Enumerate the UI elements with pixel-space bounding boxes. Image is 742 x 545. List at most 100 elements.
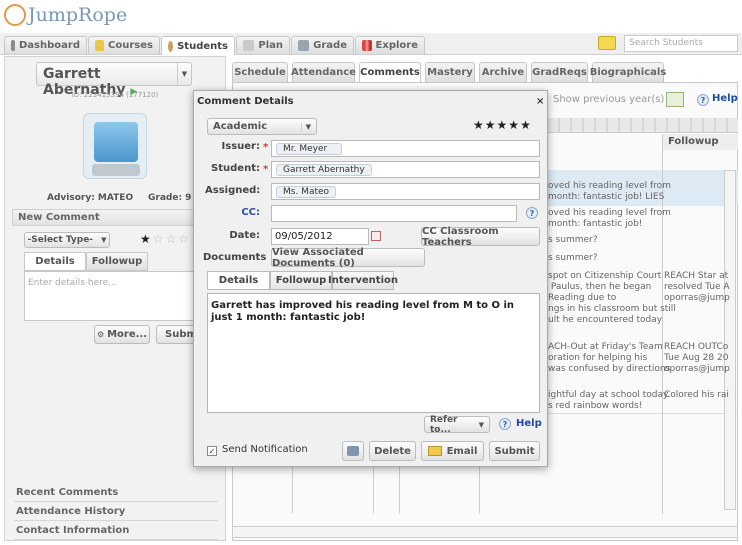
- tab-comments-label: Comments: [360, 67, 420, 78]
- student-field[interactable]: Garrett Abernathy: [271, 161, 540, 178]
- followup-snippet: REACH Star at resolved Tue A oporras@jum…: [664, 271, 730, 303]
- tab-courses-label: Courses: [108, 40, 153, 51]
- chevron-down-icon: ▼: [300, 122, 311, 131]
- star-icon[interactable]: ★: [497, 118, 508, 132]
- tab-dashboard-label: Dashboard: [19, 40, 80, 51]
- new-comment-details-input[interactable]: Enter details here...: [24, 271, 214, 321]
- followup-column-header[interactable]: Followup: [662, 134, 738, 150]
- tab-gradreqs-label: GradReqs: [532, 67, 587, 78]
- print-icon: [347, 446, 359, 456]
- tab-schedule[interactable]: Schedule: [232, 62, 288, 82]
- dialog-title: Comment Details: [197, 96, 294, 107]
- left-tab-details-label: Details: [35, 256, 75, 267]
- student-chip[interactable]: Garrett Abernathy: [276, 164, 372, 176]
- issuer-chip[interactable]: Mr. Meyer: [276, 143, 342, 155]
- assigned-chip[interactable]: Ms. Mateo: [276, 186, 337, 198]
- date-label: Date:: [229, 230, 260, 241]
- dialog-tab-followup[interactable]: Followup: [270, 271, 332, 290]
- tab-grade[interactable]: Grade: [291, 36, 354, 54]
- submit-button[interactable]: Submit: [489, 441, 540, 461]
- star-icon[interactable]: ★: [473, 118, 484, 132]
- left-tab-details[interactable]: Details: [24, 252, 86, 271]
- dialog-tab-intervention[interactable]: Intervention: [328, 271, 398, 290]
- tab-explore[interactable]: Explore: [355, 36, 425, 54]
- star-icon[interactable]: ☆: [153, 232, 164, 246]
- view-associated-documents-button[interactable]: View Associated Documents (0): [271, 247, 425, 269]
- send-notification-checkbox[interactable]: ✓: [207, 446, 217, 456]
- contact-information-link[interactable]: Contact Information: [14, 522, 218, 540]
- delete-button[interactable]: Delete: [369, 441, 416, 461]
- tab-explore-label: Explore: [375, 40, 418, 51]
- avatar-base: [92, 164, 140, 176]
- comment-details-textarea[interactable]: Garrett has improved his reading level f…: [207, 293, 540, 413]
- comment-snippet: oved his reading level from month: fanta…: [548, 208, 671, 229]
- tab-archive[interactable]: Archive: [479, 62, 527, 82]
- tab-mastery[interactable]: Mastery: [425, 62, 475, 82]
- tab-attendance[interactable]: Attendance: [291, 62, 356, 82]
- tab-courses[interactable]: Courses: [88, 36, 160, 54]
- star-icon[interactable]: ★: [485, 118, 496, 132]
- email-label: Email: [446, 445, 478, 457]
- refer-to-dropdown[interactable]: Refer to... ▼: [424, 415, 490, 435]
- tab-dashboard[interactable]: Dashboard: [4, 36, 87, 54]
- more-button[interactable]: ⚙ More...: [94, 325, 150, 344]
- cc-field[interactable]: [271, 205, 517, 222]
- vertical-scrollbar[interactable]: [724, 170, 736, 510]
- help-icon[interactable]: ?: [526, 207, 538, 219]
- select-type-dropdown[interactable]: -Select Type- ▼: [24, 232, 110, 248]
- followup-snippet: REACH OUTCo Tue Aug 28 20 oporras@jump: [664, 342, 730, 374]
- star-icon[interactable]: ☆: [166, 232, 177, 246]
- pencil-icon: [95, 40, 105, 51]
- cc-classroom-teachers-button[interactable]: CC Classroom Teachers: [421, 226, 540, 248]
- student-id: ID: 223419394 (177120): [71, 91, 159, 99]
- avatar-head: [94, 122, 138, 162]
- show-previous-years[interactable]: Show previous year(s): [553, 94, 664, 105]
- dialog-star-rating[interactable]: ★ ★ ★ ★ ★: [473, 118, 531, 132]
- sticky-note-icon[interactable]: [598, 36, 616, 50]
- tab-comments[interactable]: Comments: [359, 62, 421, 82]
- cc-label[interactable]: CC:: [208, 207, 260, 218]
- help-icon[interactable]: ?: [499, 418, 511, 430]
- star-icon[interactable]: ★: [508, 118, 519, 132]
- tab-schedule-label: Schedule: [234, 67, 286, 78]
- calendar-icon[interactable]: [371, 231, 381, 241]
- recent-comments-link[interactable]: Recent Comments: [14, 484, 218, 502]
- tab-students-label: Students: [177, 40, 228, 52]
- new-comment-header: New Comment: [12, 209, 218, 226]
- search-students-input[interactable]: Search Students: [624, 35, 738, 52]
- star-icon[interactable]: ★: [520, 118, 531, 132]
- export-icon[interactable]: [666, 92, 684, 107]
- attendance-history-link[interactable]: Attendance History: [14, 503, 218, 521]
- delete-label: Delete: [374, 445, 411, 457]
- chevron-down-icon: ▼: [478, 420, 484, 429]
- help-link-top[interactable]: Help: [712, 93, 738, 104]
- help-icon[interactable]: ?: [697, 94, 709, 106]
- grid-toolbar[interactable]: [548, 118, 738, 133]
- advisory-text: Advisory: MATEO: [47, 193, 134, 203]
- left-star-rating[interactable]: ★ ☆ ☆ ☆: [140, 232, 189, 246]
- grade-text: Grade: 9: [148, 193, 192, 203]
- tab-gradreqs[interactable]: GradReqs: [531, 62, 588, 82]
- chevron-down-icon[interactable]: ▼: [177, 63, 191, 85]
- left-tab-followup[interactable]: Followup: [86, 252, 148, 271]
- email-button[interactable]: Email: [421, 441, 484, 461]
- jumprope-logo[interactable]: JumpRope: [4, 4, 127, 26]
- assigned-field[interactable]: Ms. Mateo: [271, 183, 540, 200]
- date-input[interactable]: 09/05/2012: [271, 228, 369, 245]
- tab-students[interactable]: Students: [161, 36, 235, 55]
- required-marker: *: [263, 164, 269, 175]
- tab-biographicals[interactable]: Biographicals: [590, 62, 666, 82]
- horizontal-scrollbar[interactable]: [232, 526, 738, 538]
- comment-snippet: s summer?: [548, 253, 598, 263]
- student-selector[interactable]: Garrett Abernathy ▶ ▼: [36, 62, 192, 98]
- help-link[interactable]: Help: [516, 418, 542, 429]
- star-icon[interactable]: ★: [140, 232, 151, 246]
- issuer-field[interactable]: Mr. Meyer: [271, 140, 540, 157]
- star-icon[interactable]: ☆: [178, 232, 189, 246]
- category-dropdown[interactable]: Academic ▼: [207, 118, 317, 135]
- send-notification-label: Send Notification: [222, 444, 308, 455]
- tab-plan[interactable]: Plan: [236, 36, 290, 54]
- close-icon[interactable]: ×: [536, 96, 544, 107]
- print-button[interactable]: [342, 441, 364, 461]
- dialog-tab-details[interactable]: Details: [207, 271, 270, 290]
